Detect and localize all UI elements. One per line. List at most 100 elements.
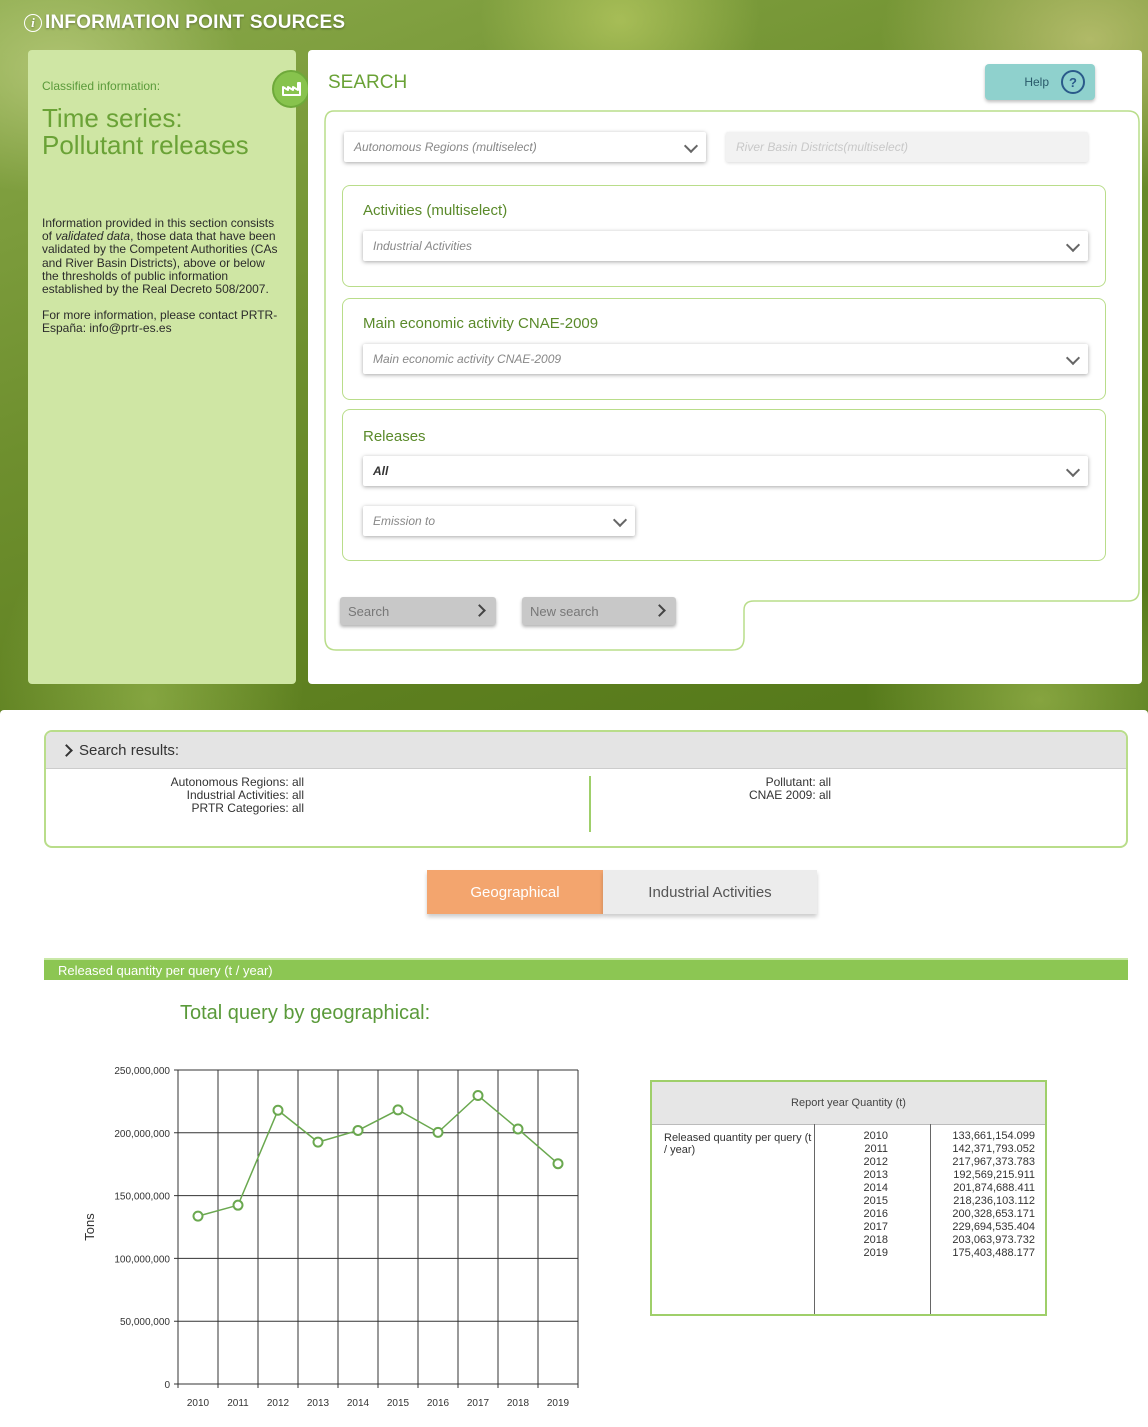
releases-value: All bbox=[373, 464, 389, 478]
activities-group: Activities (multiselect) Industrial Acti… bbox=[342, 185, 1106, 287]
table-quantity-cell: 217,967,373.783 bbox=[952, 1156, 1035, 1168]
table-quantity-cell: 203,063,973.732 bbox=[952, 1234, 1035, 1246]
app-title-text: INFORMATION POINT SOURCES bbox=[45, 12, 346, 33]
y-tick-label: 0 bbox=[164, 1380, 170, 1391]
table-year-cell: 2012 bbox=[863, 1156, 888, 1168]
table-quantities-column: 133,661,154.099 142,371,793.052 217,967,37… bbox=[931, 1124, 1045, 1314]
table-body: Released quantity per query (t / year) 2… bbox=[652, 1124, 1045, 1314]
results-summary-left: Autonomous Regions: all Industrial Activ… bbox=[46, 776, 304, 815]
data-point bbox=[392, 1104, 404, 1116]
table-quantity-cell: 229,694,535.404 bbox=[952, 1221, 1035, 1233]
x-tick-label: 2011 bbox=[227, 1398, 249, 1409]
tab-geographical[interactable]: Geographical bbox=[427, 870, 603, 914]
chevron-down-icon bbox=[683, 138, 699, 154]
app-title: i INFORMATION POINT SOURCES bbox=[24, 10, 345, 36]
activities-label: Activities (multiselect) bbox=[363, 202, 508, 219]
factory-icon bbox=[272, 70, 310, 108]
classified-label: Classified information: bbox=[42, 79, 161, 93]
activities-select[interactable]: Industrial Activities bbox=[363, 231, 1088, 261]
search-results-box: Search results: Autonomous Regions: all … bbox=[44, 730, 1128, 848]
section-bar: Released quantity per query (t / year) bbox=[44, 958, 1128, 980]
x-tick-label: 2016 bbox=[427, 1398, 450, 1409]
help-button[interactable]: Help ? bbox=[985, 64, 1095, 100]
search-panel: SEARCH Help ? Autonomous Regions (multis… bbox=[308, 50, 1142, 684]
chevron-right-icon bbox=[60, 743, 73, 757]
tab-industrial-activities[interactable]: Industrial Activities bbox=[603, 870, 817, 914]
help-label: Help bbox=[1024, 75, 1049, 89]
table-quantity-cell: 192,569,215.911 bbox=[953, 1169, 1035, 1181]
x-tick-label: 2012 bbox=[267, 1398, 290, 1409]
summary-line: CNAE 2009: all bbox=[748, 788, 831, 802]
y-tick-label: 250,000,000 bbox=[114, 1066, 170, 1077]
table-quantity-cell: 201,874,688.411 bbox=[953, 1182, 1035, 1194]
river-basin-select[interactable]: River Basin Districts(multiselect) bbox=[726, 132, 1088, 162]
data-point bbox=[472, 1090, 484, 1102]
classified-info-panel: Classified information: Time series: Pol… bbox=[28, 50, 310, 684]
cnae-group: Main economic activity CNAE-2009 Main ec… bbox=[342, 298, 1106, 400]
table-years-column: 2010 2011 2012 2013 2014 2015 2016 2017 2018 2019 bbox=[815, 1124, 931, 1314]
river-basin-placeholder: River Basin Districts(multiselect) bbox=[736, 140, 909, 154]
line-chart: 0 50,000,000 100,000,000 150,000,000 200,000… bbox=[82, 1066, 579, 1409]
autonomous-regions-select[interactable]: Autonomous Regions (multiselect) bbox=[344, 132, 706, 162]
x-tick-label: 2015 bbox=[387, 1398, 410, 1409]
search-button-label: Search bbox=[348, 603, 390, 619]
table-year-cell: 2018 bbox=[863, 1234, 888, 1246]
chevron-right-icon bbox=[473, 604, 486, 617]
x-tick-label: 2018 bbox=[507, 1398, 530, 1409]
releases-select[interactable]: All bbox=[363, 456, 1088, 486]
panel-title-line2: Pollutant releases bbox=[42, 130, 249, 160]
table-row-label: Released quantity per query (t / year) bbox=[652, 1124, 815, 1314]
panel-description: Information provided in this section con… bbox=[42, 216, 282, 296]
table-year-cell: 2014 bbox=[863, 1182, 888, 1194]
panel-title: Time series: Pollutant releases bbox=[42, 105, 282, 159]
y-tick-label: 50,000,000 bbox=[120, 1317, 170, 1328]
cnae-placeholder: Main economic activity CNAE-2009 bbox=[373, 352, 562, 366]
x-tick-label: 2010 bbox=[187, 1398, 210, 1409]
new-search-button[interactable]: New search bbox=[522, 597, 676, 625]
table-year-cell: 2013 bbox=[863, 1169, 888, 1181]
table-header: Report year Quantity (t) bbox=[652, 1082, 1045, 1125]
search-button[interactable]: Search bbox=[340, 597, 496, 625]
search-results-title: Search results: bbox=[79, 741, 180, 759]
table-quantity-cell: 200,328,653.171 bbox=[952, 1208, 1035, 1220]
data-point bbox=[432, 1126, 444, 1138]
table-year-cell: 2017 bbox=[863, 1221, 888, 1233]
panel-title-line1: Time series: bbox=[42, 103, 183, 133]
table-year-cell: 2015 bbox=[863, 1195, 888, 1207]
cnae-label: Main economic activity CNAE-2009 bbox=[363, 315, 599, 332]
table-year-cell: 2019 bbox=[863, 1247, 888, 1259]
table-quantity-cell: 133,661,154.099 bbox=[952, 1130, 1035, 1142]
emission-to-select[interactable]: Emission to bbox=[363, 506, 635, 536]
chevron-down-icon bbox=[612, 512, 628, 528]
table-year-cell: 2011 bbox=[864, 1143, 888, 1155]
table-quantity-cell: 142,371,793.052 bbox=[952, 1143, 1035, 1155]
panel-contact: For more information, please contact PRT… bbox=[42, 308, 278, 336]
desc-emphasis: validated data bbox=[55, 229, 131, 244]
search-title: SEARCH bbox=[328, 72, 408, 93]
new-search-button-label: New search bbox=[530, 603, 599, 619]
data-point bbox=[352, 1124, 364, 1136]
search-results-header[interactable]: Search results: bbox=[46, 732, 1126, 769]
chevron-right-icon bbox=[653, 604, 666, 617]
y-axis-label: Tons bbox=[82, 1213, 97, 1241]
releases-label: Releases bbox=[363, 428, 426, 445]
data-point bbox=[232, 1199, 244, 1211]
x-tick-label: 2013 bbox=[307, 1398, 330, 1409]
data-point bbox=[272, 1104, 284, 1116]
y-tick-label: 200,000,000 bbox=[114, 1129, 170, 1140]
y-tick-label: 100,000,000 bbox=[114, 1254, 170, 1265]
table-quantity-cell: 218,236,103.112 bbox=[953, 1195, 1035, 1207]
autonomous-regions-placeholder: Autonomous Regions (multiselect) bbox=[354, 140, 537, 154]
x-tick-label: 2014 bbox=[347, 1398, 370, 1409]
help-question-icon: ? bbox=[1061, 70, 1085, 94]
results-panel: Search results: Autonomous Regions: all … bbox=[0, 710, 1148, 1427]
emission-to-placeholder: Emission to bbox=[373, 514, 436, 528]
info-icon: i bbox=[24, 14, 42, 32]
results-summary-right: Pollutant: all CNAE 2009: all bbox=[626, 776, 831, 802]
cnae-select[interactable]: Main economic activity CNAE-2009 bbox=[363, 344, 1088, 374]
x-tick-label: 2019 bbox=[547, 1398, 570, 1409]
table-quantity-cell: 175,403,488.177 bbox=[952, 1247, 1035, 1259]
y-tick-label: 150,000,000 bbox=[114, 1192, 170, 1203]
chevron-down-icon bbox=[1065, 462, 1081, 478]
activities-placeholder: Industrial Activities bbox=[373, 239, 472, 253]
